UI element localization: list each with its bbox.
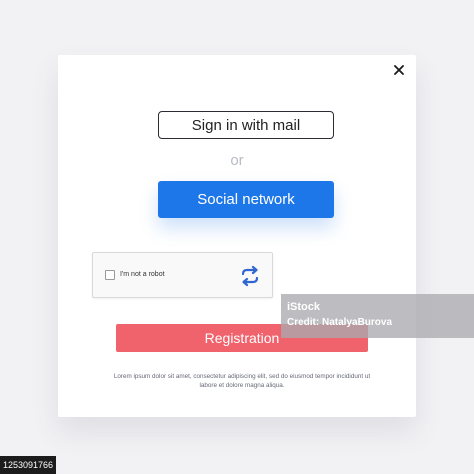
captcha-checkbox[interactable] <box>105 270 115 280</box>
image-id-badge: 1253091766 <box>0 456 57 474</box>
close-icon <box>394 65 404 75</box>
captcha-label: I'm not a robot <box>120 271 165 278</box>
or-separator: or <box>230 152 244 169</box>
registration-label: Registration <box>204 330 280 346</box>
captcha-widget: I'm not a robot <box>92 252 273 298</box>
legal-text: Lorem ipsum dolor sit amet, consectetur … <box>113 373 371 389</box>
close-button[interactable] <box>390 61 408 79</box>
sign-in-with-mail-button[interactable]: Sign in with mail <box>158 111 334 139</box>
sign-in-dialog <box>58 55 416 417</box>
social-network-button[interactable]: Social network <box>158 181 334 218</box>
social-network-label: Social network <box>197 191 295 208</box>
watermark-brand: iStock <box>287 301 321 313</box>
sign-in-with-mail-label: Sign in with mail <box>191 116 301 134</box>
recaptcha-refresh-icon <box>241 265 259 287</box>
watermark-credit: Credit: NatalyaBurova <box>287 317 393 328</box>
